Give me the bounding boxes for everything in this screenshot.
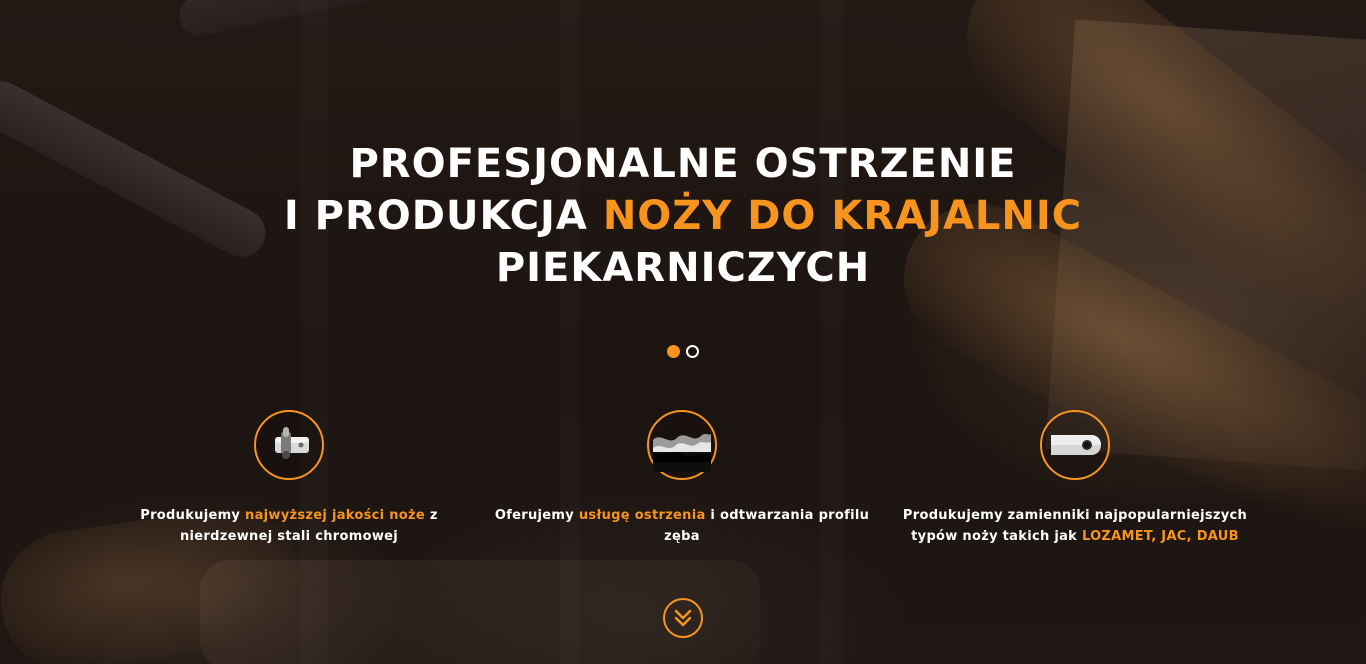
feature-sharpening: Oferujemy usługę ostrzenia i odtwarzania… [492, 410, 872, 560]
slider-dot-1[interactable] [667, 345, 680, 358]
feature-replacements-text: Produkujemy zamienniki najpopularniejszy… [885, 505, 1265, 547]
feature-text-part: Oferujemy [494, 508, 579, 523]
background-plank [820, 0, 844, 664]
feature-quality-knives-text: Produkujemy najwyższej jakości noże z ni… [99, 505, 479, 547]
hero-headline: PROFESJONALNE OSTRZENIE I PRODUKCJA NOŻY… [0, 138, 1366, 294]
feature-text-accent: LOZAMET, JAC, DAUB [1081, 529, 1239, 544]
slider-dot-2[interactable] [686, 345, 699, 358]
replacement-blade-graphic [1051, 435, 1101, 455]
headline-line-2-prefix: I PRODUKCJA [283, 193, 603, 239]
background-plank [300, 0, 328, 664]
replacement-blade-icon [1040, 410, 1110, 480]
knife-blade-pin-graphic [275, 427, 309, 459]
feature-replacements: Produkujemy zamienniki najpopularniejszy… [885, 410, 1265, 560]
feature-text-accent: usługę ostrzenia [578, 508, 706, 523]
headline-line-3: PIEKARNICZYCH [495, 245, 871, 291]
background-utensil [175, 0, 400, 40]
scroll-down-button[interactable] [663, 598, 703, 638]
knife-blade-pin-icon [254, 410, 324, 480]
hero-section: PROFESJONALNE OSTRZENIE I PRODUKCJA NOŻY… [0, 0, 1366, 664]
feature-quality-knives: Produkujemy najwyższej jakości noże z ni… [99, 410, 479, 560]
double-chevron-down-icon [674, 609, 692, 627]
feature-text-part: Produkujemy [140, 508, 246, 523]
slider-pagination [667, 345, 699, 358]
headline-line-1: PROFESJONALNE OSTRZENIE [349, 141, 1017, 187]
feature-text-accent: najwyższej jakości noże [245, 508, 426, 523]
serrated-blade-icon [647, 410, 717, 480]
headline-line-2: I PRODUKCJA NOŻY DO KRAJALNIC [0, 190, 1366, 242]
headline-accent: NOŻY DO KRAJALNIC [602, 193, 1083, 239]
serrated-blade-graphic [653, 434, 711, 472]
background-plank [560, 0, 580, 664]
feature-sharpening-text: Oferujemy usługę ostrzenia i odtwarzania… [492, 505, 872, 547]
